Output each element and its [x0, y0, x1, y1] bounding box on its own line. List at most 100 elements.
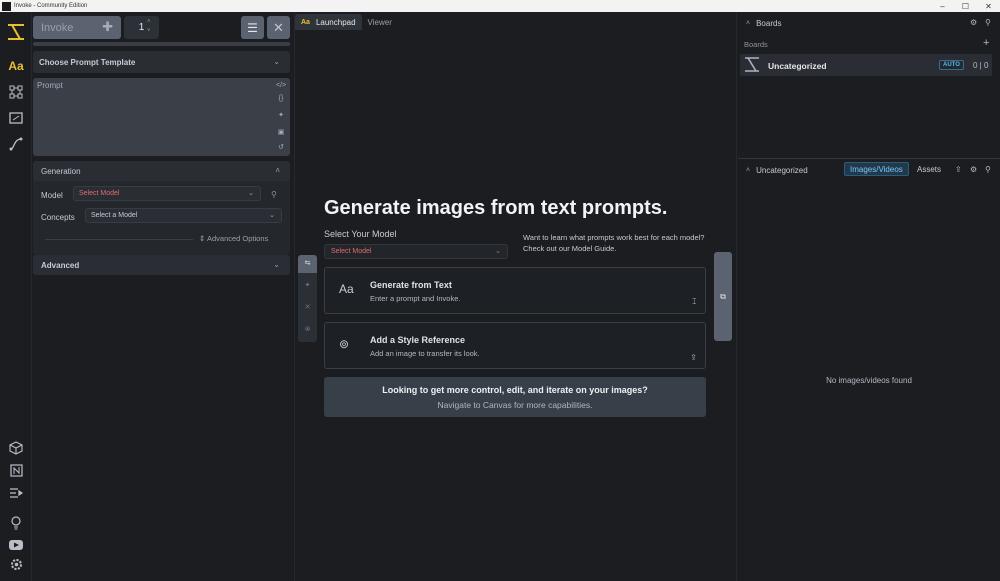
- launchpad-heading: Generate images from text prompts.: [324, 197, 668, 219]
- prompt-template-select[interactable]: Choose Prompt Template ⌄: [33, 51, 290, 73]
- upscale-tab-icon[interactable]: [6, 134, 26, 154]
- launchpad-model-select[interactable]: Select Model ⌄: [324, 244, 508, 259]
- tab-images-videos[interactable]: Images/Videos: [844, 162, 909, 176]
- invoke-board-icon: [745, 57, 759, 72]
- generation-header[interactable]: Generation ˄: [33, 161, 290, 181]
- maximize-button[interactable]: ☐: [954, 2, 977, 11]
- model-select-value: Select Model: [79, 190, 120, 197]
- sparkle-icon[interactable]: ✦: [276, 111, 286, 119]
- tab-viewer-label: Viewer: [367, 17, 392, 27]
- invoke-button[interactable]: Invoke ✚: [33, 16, 121, 39]
- options-divider: [45, 239, 193, 240]
- lightbulb-icon[interactable]: [6, 513, 26, 533]
- generate-tab-icon[interactable]: Aa: [6, 56, 26, 76]
- text-aa-icon: Aa: [339, 282, 354, 296]
- workflows-tab-icon[interactable]: [6, 82, 26, 102]
- chevron-up-icon: ˄: [746, 19, 751, 27]
- vertical-toolbar: ⇆ ✦ ✕ ⊗: [298, 255, 317, 342]
- chevron-up-icon: ˄: [746, 166, 751, 174]
- close-icon[interactable]: ✕: [298, 303, 317, 311]
- iterations-stepper[interactable]: ˄ ˅: [147, 18, 151, 36]
- close-window-button[interactable]: ✕: [977, 2, 1000, 11]
- braces-icon[interactable]: {}: [276, 95, 286, 102]
- model-settings-icon[interactable]: ⚲: [271, 190, 277, 199]
- chevron-down-icon: ⌄: [495, 248, 501, 255]
- center-tabs: Aa Launchpad Viewer: [295, 14, 398, 30]
- option-title: Generate from Text: [370, 280, 452, 290]
- tab-viewer[interactable]: Viewer: [362, 14, 398, 30]
- invoke-logo-icon: [8, 24, 24, 40]
- panel-divider[interactable]: [738, 158, 1000, 159]
- cancel-queue-button[interactable]: ✕: [267, 16, 290, 39]
- window-title: Invoke - Community Edition: [14, 3, 88, 9]
- history-icon[interactable]: ↺: [276, 143, 286, 151]
- generation-title: Generation: [41, 167, 81, 176]
- invoke-button-label: Invoke: [41, 21, 74, 34]
- advanced-section[interactable]: Advanced ⌄: [33, 255, 290, 275]
- sparkle-icon[interactable]: ✦: [298, 281, 317, 289]
- toggle-panels-icon[interactable]: ⇆: [298, 255, 317, 273]
- launchpad-model-value: Select Model: [331, 248, 372, 255]
- concepts-select[interactable]: Select a Model ⌄: [85, 208, 282, 223]
- generate-from-text-card[interactable]: Aa Generate from Text Enter a prompt and…: [324, 267, 706, 314]
- chevron-down-icon: ⌄: [273, 57, 280, 66]
- option-desc: Add an image to transfer its look.: [370, 349, 480, 358]
- add-style-reference-card[interactable]: ⊚ Add a Style Reference Add an image to …: [324, 322, 706, 369]
- video-icon[interactable]: [6, 535, 26, 555]
- search-icon[interactable]: ⚲: [985, 165, 991, 174]
- images-icon: ⧉: [720, 291, 726, 301]
- advanced-options-toggle[interactable]: ⇕ Advanced Options: [199, 234, 268, 243]
- center-panel: Aa Launchpad Viewer ⇆ ✦ ✕ ⊗ Generate ima…: [294, 12, 737, 581]
- upload-icon[interactable]: ⇪: [690, 353, 697, 362]
- tab-assets[interactable]: Assets: [912, 162, 946, 176]
- hamburger-icon: ☰: [247, 20, 258, 35]
- add-board-icon[interactable]: +: [983, 37, 989, 49]
- gear-icon[interactable]: ⚙: [970, 18, 977, 27]
- minimize-button[interactable]: –: [931, 2, 954, 11]
- model-guide-help[interactable]: Want to learn what prompts work best for…: [523, 232, 713, 254]
- boards-header[interactable]: ˄ Boards: [738, 13, 1000, 33]
- prompt-textarea[interactable]: Prompt </> {} ✦ ▣ ↺: [33, 78, 290, 156]
- window-titlebar: Invoke - Community Edition – ☐ ✕: [0, 0, 1000, 12]
- queue-menu-button[interactable]: ☰: [241, 16, 264, 39]
- right-gallery-panel: ˄ Boards ⚙ ⚲ Boards + Uncategorized AUTO…: [738, 12, 1000, 581]
- chevron-down-icon: ⌄: [269, 212, 275, 219]
- navigate-to-canvas-card[interactable]: Looking to get more control, edit, and i…: [324, 377, 706, 417]
- search-icon[interactable]: ⚲: [985, 18, 991, 27]
- code-icon[interactable]: </>: [276, 82, 286, 89]
- expand-icon: ⇕: [199, 234, 206, 243]
- concepts-label: Concepts: [41, 213, 75, 222]
- cancel-circle-icon[interactable]: ⊗: [298, 325, 317, 333]
- canvas-tab-icon[interactable]: [6, 108, 26, 128]
- board-name: Uncategorized: [768, 61, 827, 71]
- boards-header-label: Boards: [756, 18, 782, 28]
- settings-gear-icon[interactable]: [6, 554, 26, 574]
- scroll-indicator: [33, 42, 290, 46]
- option-title: Add a Style Reference: [370, 335, 466, 345]
- gallery-header-label: Uncategorized: [756, 165, 808, 175]
- board-counts: 0 | 0: [973, 61, 989, 70]
- generation-section: Generation ˄ Model Select Model ⌄ ⚲ Conc…: [33, 161, 290, 255]
- auto-badge: AUTO: [939, 60, 964, 70]
- iterations-input[interactable]: 1: [124, 16, 159, 39]
- studio-tab-icon[interactable]: [6, 460, 26, 480]
- boards-label: Boards: [744, 40, 768, 49]
- gear-icon[interactable]: ⚙: [970, 165, 977, 174]
- image-icon[interactable]: ▣: [276, 128, 286, 136]
- canvas-card-link: Navigate to Canvas for more capabilities…: [437, 400, 593, 410]
- tab-launchpad[interactable]: Aa Launchpad: [295, 14, 362, 30]
- gallery-toggle-button[interactable]: ⧉: [714, 252, 732, 341]
- model-select[interactable]: Select Model ⌄: [73, 186, 261, 201]
- board-row-uncategorized[interactable]: Uncategorized AUTO 0 | 0: [740, 54, 992, 76]
- models-tab-icon[interactable]: [6, 438, 26, 458]
- queue-tab-icon[interactable]: [6, 483, 26, 503]
- chevron-down-icon: ⌄: [248, 190, 254, 197]
- close-icon: ✕: [273, 19, 284, 35]
- option-desc: Enter a prompt and Invoke.: [370, 294, 461, 303]
- left-rail: Aa: [0, 12, 32, 581]
- advanced-options-label: Advanced Options: [206, 234, 269, 243]
- left-parameters-panel: Invoke ✚ 1 ˄ ˅ ☰ ✕ Choose Prompt Template…: [33, 12, 293, 581]
- launchpad-aa-icon: Aa: [301, 18, 310, 26]
- concepts-select-value: Select a Model: [91, 212, 138, 219]
- upload-icon[interactable]: ⇪: [955, 165, 962, 174]
